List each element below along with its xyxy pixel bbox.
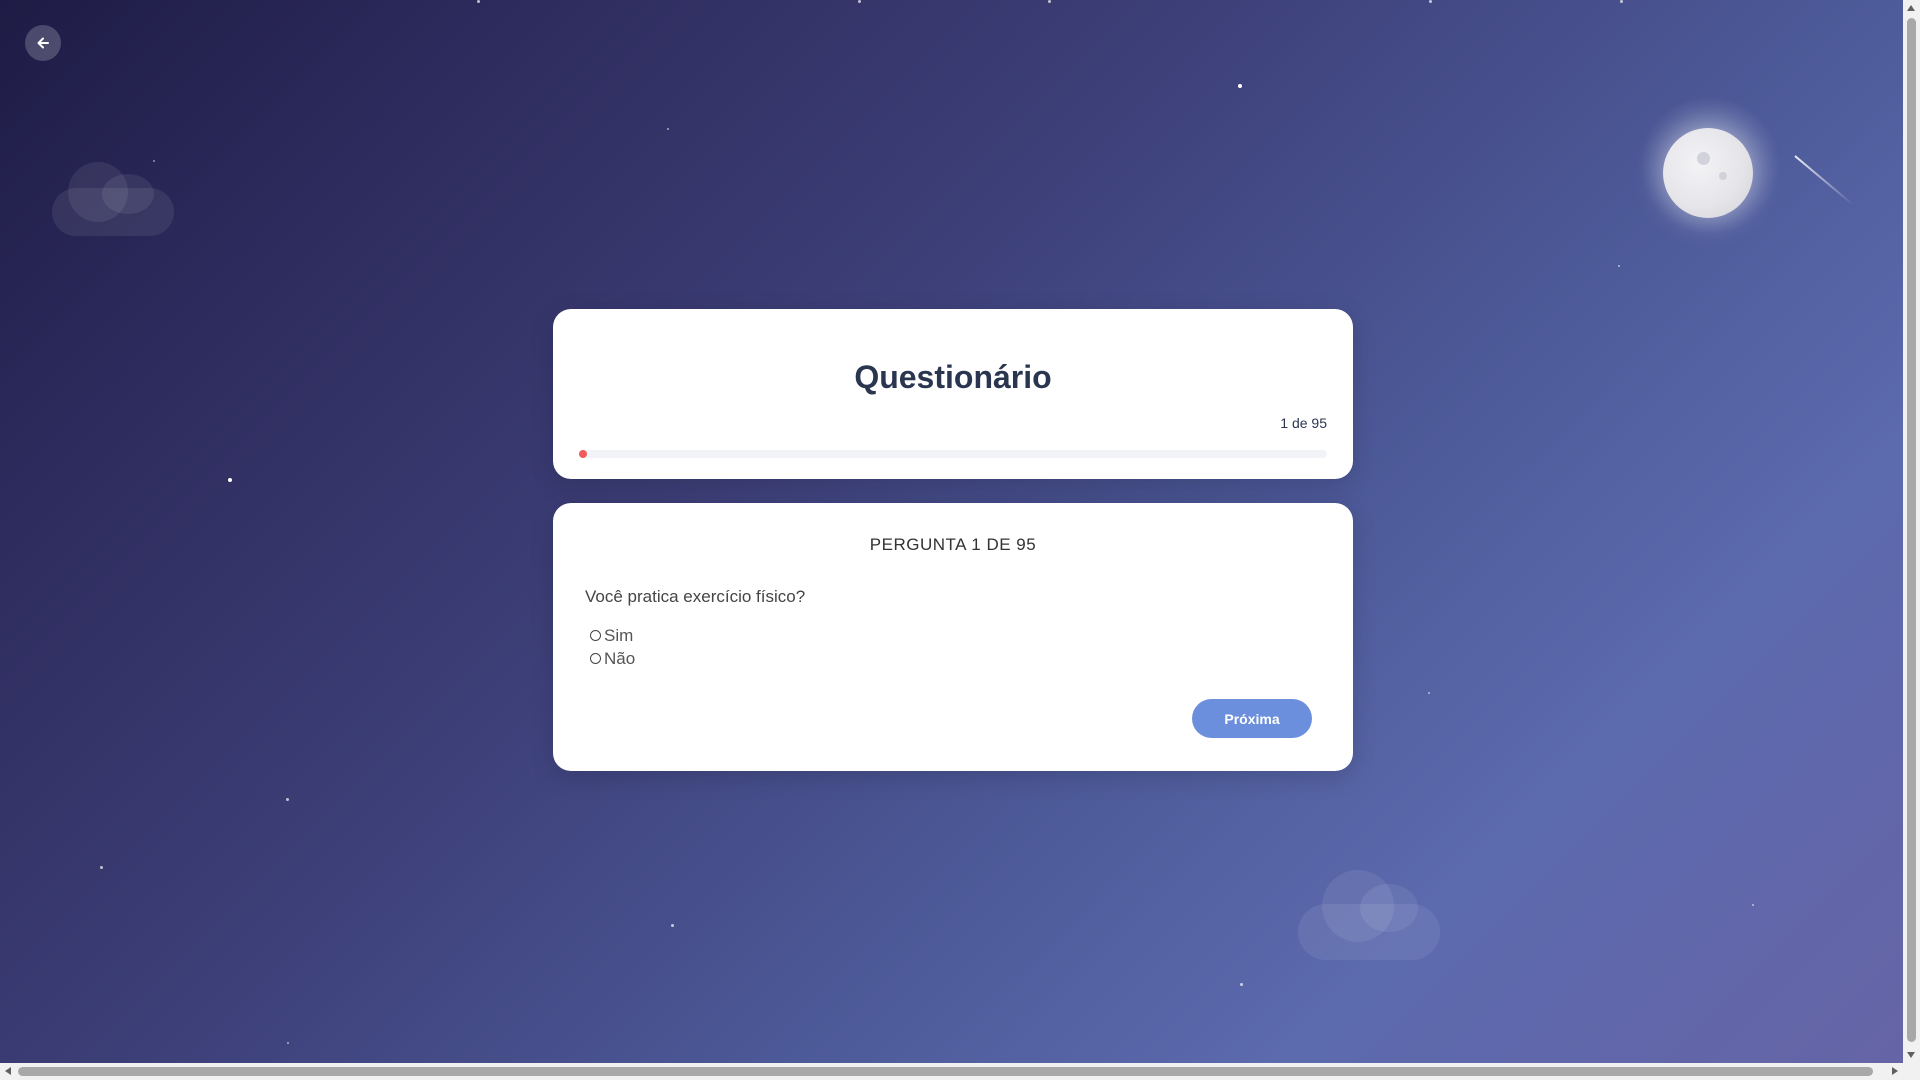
star [1618,265,1620,267]
radio-button[interactable] [590,653,601,664]
star [1048,0,1051,3]
horizontal-scrollbar[interactable] [0,1063,1920,1080]
scroll-down-icon[interactable] [1907,1052,1915,1058]
star [228,478,232,482]
star [671,924,674,927]
star [1752,904,1754,906]
back-button[interactable] [25,25,61,61]
page-title: Questionário [854,359,1052,395]
progress-bar [579,450,1327,458]
questionnaire-header-card: Questionário 1 de 95 [553,309,1353,479]
star [1429,0,1432,3]
question-number-label: PERGUNTA 1 DE 95 [869,535,1037,554]
star [667,128,669,130]
horizontal-scroll-thumb[interactable] [18,1067,1873,1076]
star [286,798,289,801]
star [1620,0,1623,3]
star [1428,692,1430,694]
next-button[interactable]: Próxima [1192,699,1312,738]
radio-button[interactable] [590,630,601,641]
progress-counter: 1 de 95 [1280,415,1327,431]
option-label: Não [604,648,636,668]
star [1240,983,1243,986]
cloud [1298,868,1440,962]
option-nao[interactable]: Não [590,647,635,670]
question-text: Você pratica exercício físico? [585,587,806,606]
star [1238,84,1242,88]
answer-options: Sim Não [590,624,635,670]
option-label: Sim [604,625,634,645]
star [287,1042,289,1044]
moon-icon [1663,128,1753,218]
scroll-up-icon[interactable] [1907,5,1915,11]
option-sim[interactable]: Sim [590,624,635,647]
vertical-scroll-thumb[interactable] [1907,18,1916,1042]
vertical-scrollbar[interactable] [1903,0,1920,1063]
shooting-star [1794,155,1854,206]
star [477,0,480,3]
progress-fill [579,450,587,458]
scroll-left-icon[interactable] [5,1067,11,1075]
star [858,0,861,3]
arrow-left-icon [37,37,49,49]
star [100,866,103,869]
cloud [52,158,174,238]
scroll-right-icon[interactable] [1892,1067,1898,1075]
question-card: PERGUNTA 1 DE 95 Você pratica exercício … [553,503,1353,771]
